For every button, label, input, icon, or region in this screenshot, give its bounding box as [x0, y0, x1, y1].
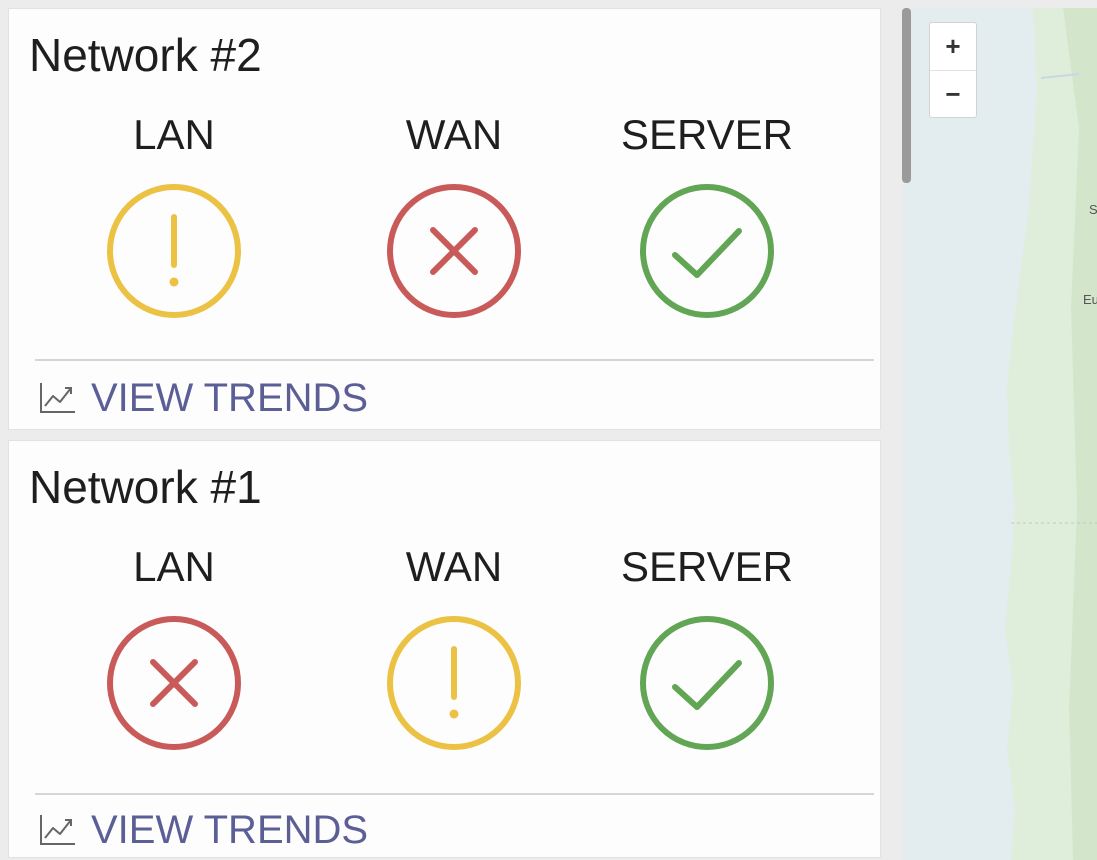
network-title: Network #1	[29, 461, 262, 513]
status-wan: WAN	[354, 109, 554, 321]
error-x-icon	[107, 616, 241, 750]
status-label: WAN	[405, 111, 503, 158]
map-place-label: S	[1089, 202, 1097, 217]
divider	[35, 359, 874, 361]
network-card-1: Network #1 LAN WAN SERVER VIEW TRENDS	[8, 440, 881, 858]
view-trends-link[interactable]: VIEW TRENDS	[37, 373, 368, 423]
map-view[interactable]: S Eu	[903, 8, 1097, 860]
status-label: SERVER	[621, 543, 793, 590]
map-place-label: Eu	[1083, 292, 1097, 307]
warning-icon	[387, 616, 521, 750]
status-label: WAN	[405, 543, 503, 590]
status-label: LAN	[133, 111, 215, 158]
status-lan: LAN	[74, 109, 274, 321]
view-trends-link[interactable]: VIEW TRENDS	[37, 805, 368, 855]
checkmark-icon	[640, 616, 774, 750]
status-label: LAN	[133, 543, 215, 590]
view-trends-label: VIEW TRENDS	[91, 376, 369, 420]
status-wan: WAN	[354, 541, 554, 753]
error-x-icon	[387, 184, 521, 318]
divider	[35, 793, 874, 795]
status-label: SERVER	[621, 111, 793, 158]
map-land	[1005, 8, 1097, 860]
zoom-out-button[interactable]: −	[930, 71, 976, 118]
status-server: SERVER	[607, 109, 807, 321]
status-server: SERVER	[607, 541, 807, 753]
checkmark-icon	[640, 184, 774, 318]
status-lan: LAN	[74, 541, 274, 753]
zoom-in-button[interactable]: +	[930, 23, 976, 71]
map-zoom-control: + −	[929, 22, 977, 118]
warning-icon	[107, 184, 241, 318]
network-card-2: Network #2 LAN WAN SERVER VIEW TRENDS	[8, 8, 881, 430]
network-title: Network #2	[29, 29, 262, 81]
trend-chart-icon	[40, 383, 75, 413]
view-trends-label: VIEW TRENDS	[91, 808, 369, 852]
trend-chart-icon	[40, 815, 75, 845]
scrollbar-thumb[interactable]	[902, 8, 911, 183]
